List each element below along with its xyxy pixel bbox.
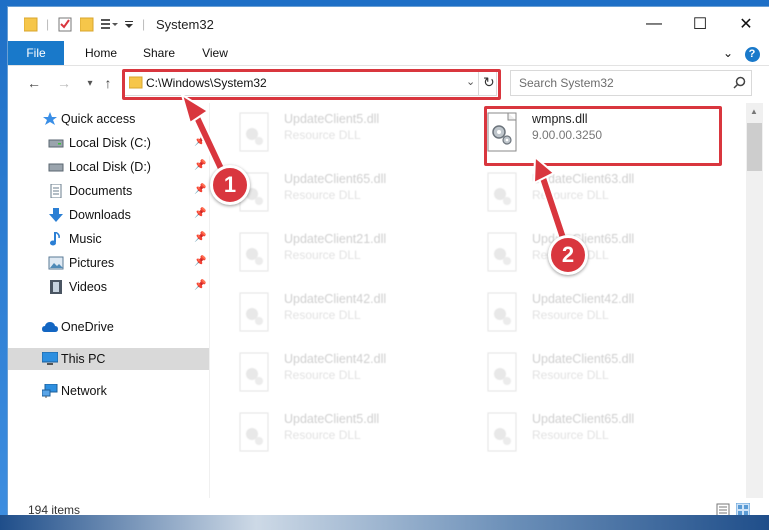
annotation-step-1: 1	[210, 165, 250, 205]
arrow-2	[532, 154, 569, 246]
annotation-arrows	[180, 92, 569, 246]
scrollbar-thumb[interactable]	[747, 123, 762, 171]
arrow-1	[180, 92, 229, 180]
annotation-step-2: 2	[548, 235, 588, 275]
scroll-up-arrow-icon[interactable]: ▲	[750, 107, 758, 116]
vertical-scrollbar[interactable]: ▲	[746, 103, 763, 498]
desktop-background	[0, 515, 769, 530]
explorer-window: | | System32 — ☐ ✕ File Home Share View …	[8, 7, 769, 530]
